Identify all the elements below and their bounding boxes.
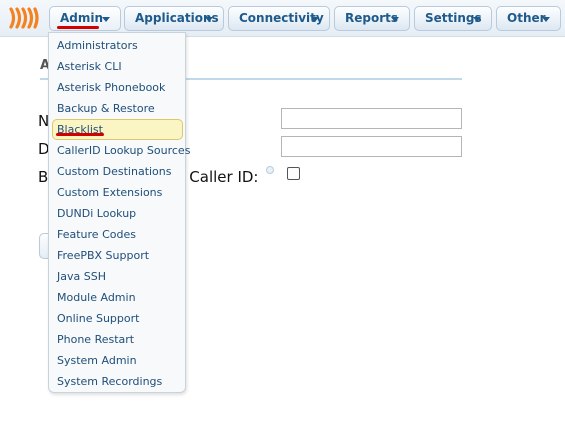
menu-item-custom-extensions[interactable]: Custom Extensions: [52, 182, 183, 203]
menu-item-blacklist[interactable]: Blacklist: [52, 119, 183, 140]
freepbx-logo-icon[interactable]: [8, 7, 40, 29]
admin-dropdown-menu: Administrators Asterisk CLI Asterisk Pho…: [48, 32, 190, 393]
help-icon[interactable]: [266, 166, 274, 174]
chevron-down-icon: [473, 17, 481, 22]
menu-item-custom-destinations[interactable]: Custom Destinations: [52, 161, 183, 182]
form-label-3-end: d Caller ID:: [175, 168, 259, 186]
menu-item-online-support[interactable]: Online Support: [52, 308, 183, 329]
menu-item-phone-restart[interactable]: Phone Restart: [52, 329, 183, 350]
nav-applications[interactable]: Applications: [124, 6, 224, 31]
menu-item-asterisk-cli[interactable]: Asterisk CLI: [52, 56, 183, 77]
form-text-input-1[interactable]: [281, 108, 462, 129]
menu-item-administrators[interactable]: Administrators: [52, 35, 183, 56]
chevron-down-icon: [391, 17, 399, 22]
caller-id-checkbox[interactable]: [287, 167, 300, 180]
chevron-down-icon: [542, 17, 550, 22]
form-text-input-2[interactable]: [281, 136, 462, 157]
menu-item-feature-codes[interactable]: Feature Codes: [52, 224, 183, 245]
menu-item-module-admin[interactable]: Module Admin: [52, 287, 183, 308]
menu-item-system-recordings[interactable]: System Recordings: [52, 371, 183, 392]
blacklist-annotation-underline: [56, 133, 104, 136]
menu-item-callerid-lookup-sources[interactable]: CallerID Lookup Sources: [52, 140, 190, 161]
chevron-down-icon: [311, 17, 319, 22]
nav-other-label: Other: [507, 11, 546, 25]
nav-connectivity[interactable]: Connectivity: [228, 6, 330, 31]
nav-reports[interactable]: Reports: [334, 6, 410, 31]
admin-annotation-underline: [57, 26, 99, 29]
menu-item-system-admin[interactable]: System Admin: [52, 350, 183, 371]
nav-settings[interactable]: Settings: [414, 6, 492, 31]
chevron-down-icon: [205, 17, 213, 22]
form-label-3-start: B: [38, 168, 49, 186]
menu-item-freepbx-support[interactable]: FreePBX Support: [52, 245, 183, 266]
menu-item-dundi-lookup[interactable]: DUNDi Lookup: [52, 203, 183, 224]
menu-item-asterisk-phonebook[interactable]: Asterisk Phonebook: [52, 77, 183, 98]
menu-item-backup-restore[interactable]: Backup & Restore: [52, 98, 183, 119]
chevron-down-icon: [102, 17, 110, 22]
nav-admin-label: Admin: [60, 11, 104, 25]
nav-other[interactable]: Other: [496, 6, 561, 31]
menu-item-java-ssh[interactable]: Java SSH: [52, 266, 183, 287]
